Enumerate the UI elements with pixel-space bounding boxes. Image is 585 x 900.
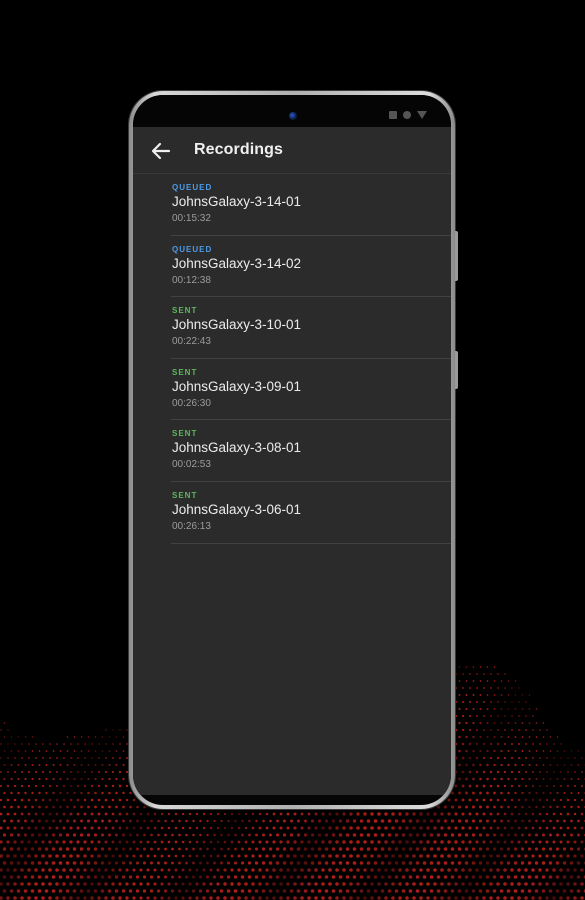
volume-button — [455, 231, 458, 281]
recording-duration: 00:12:38 — [172, 274, 211, 286]
power-button — [455, 351, 458, 389]
status-label: SENT — [172, 306, 198, 316]
status-label: SENT — [172, 490, 198, 500]
status-icons — [389, 111, 427, 119]
signal-icon — [417, 111, 427, 119]
recording-list: QUEUED JohnsGalaxy-3-14-01 00:15:32 QUEU… — [133, 174, 451, 544]
wifi-icon — [403, 111, 411, 119]
recording-name: JohnsGalaxy-3-08-01 — [172, 440, 302, 456]
recording-item[interactable]: SENT JohnsGalaxy-3-06-01 00:26:13 — [133, 482, 451, 544]
status-bar — [133, 95, 451, 127]
status-label: SENT — [172, 367, 198, 377]
status-label: QUEUED — [172, 244, 213, 254]
recording-item[interactable]: SENT JohnsGalaxy-3-09-01 00:26:30 — [133, 359, 451, 421]
recordings-screen: Recordings QUEUED JohnsGalaxy-3-14-01 00… — [133, 127, 451, 795]
recording-name: JohnsGalaxy-3-09-01 — [172, 378, 302, 394]
front-camera-icon — [289, 112, 297, 120]
recording-duration: 00:26:13 — [172, 520, 211, 532]
phone-frame: Recordings QUEUED JohnsGalaxy-3-14-01 00… — [129, 91, 458, 809]
page-title: Recordings — [194, 141, 284, 158]
status-label: SENT — [172, 429, 198, 439]
recording-item[interactable]: QUEUED JohnsGalaxy-3-14-01 00:15:32 — [133, 174, 451, 236]
recording-duration: 00:26:30 — [172, 397, 211, 409]
recording-name: JohnsGalaxy-3-10-01 — [172, 317, 302, 333]
recording-duration: 00:15:32 — [172, 213, 211, 224]
recording-item[interactable]: SENT JohnsGalaxy-3-08-01 00:02:53 — [133, 420, 451, 482]
recording-name: JohnsGalaxy-3-14-01 — [172, 194, 302, 209]
app-toolbar: Recordings — [133, 127, 451, 174]
phone-screen: Recordings QUEUED JohnsGalaxy-3-14-01 00… — [133, 95, 451, 805]
promo-scene: Recordings QUEUED JohnsGalaxy-3-14-01 00… — [0, 0, 585, 900]
arrow-left-icon[interactable] — [149, 139, 173, 163]
notification-icon — [389, 111, 397, 119]
status-label: QUEUED — [172, 183, 213, 192]
recording-item[interactable]: QUEUED JohnsGalaxy-3-14-02 00:12:38 — [133, 236, 451, 298]
recording-duration: 00:02:53 — [172, 459, 211, 471]
recording-name: JohnsGalaxy-3-14-02 — [172, 255, 302, 271]
recording-duration: 00:22:43 — [172, 336, 211, 348]
recording-name: JohnsGalaxy-3-06-01 — [172, 501, 302, 517]
recording-item[interactable]: SENT JohnsGalaxy-3-10-01 00:22:43 — [133, 297, 451, 359]
